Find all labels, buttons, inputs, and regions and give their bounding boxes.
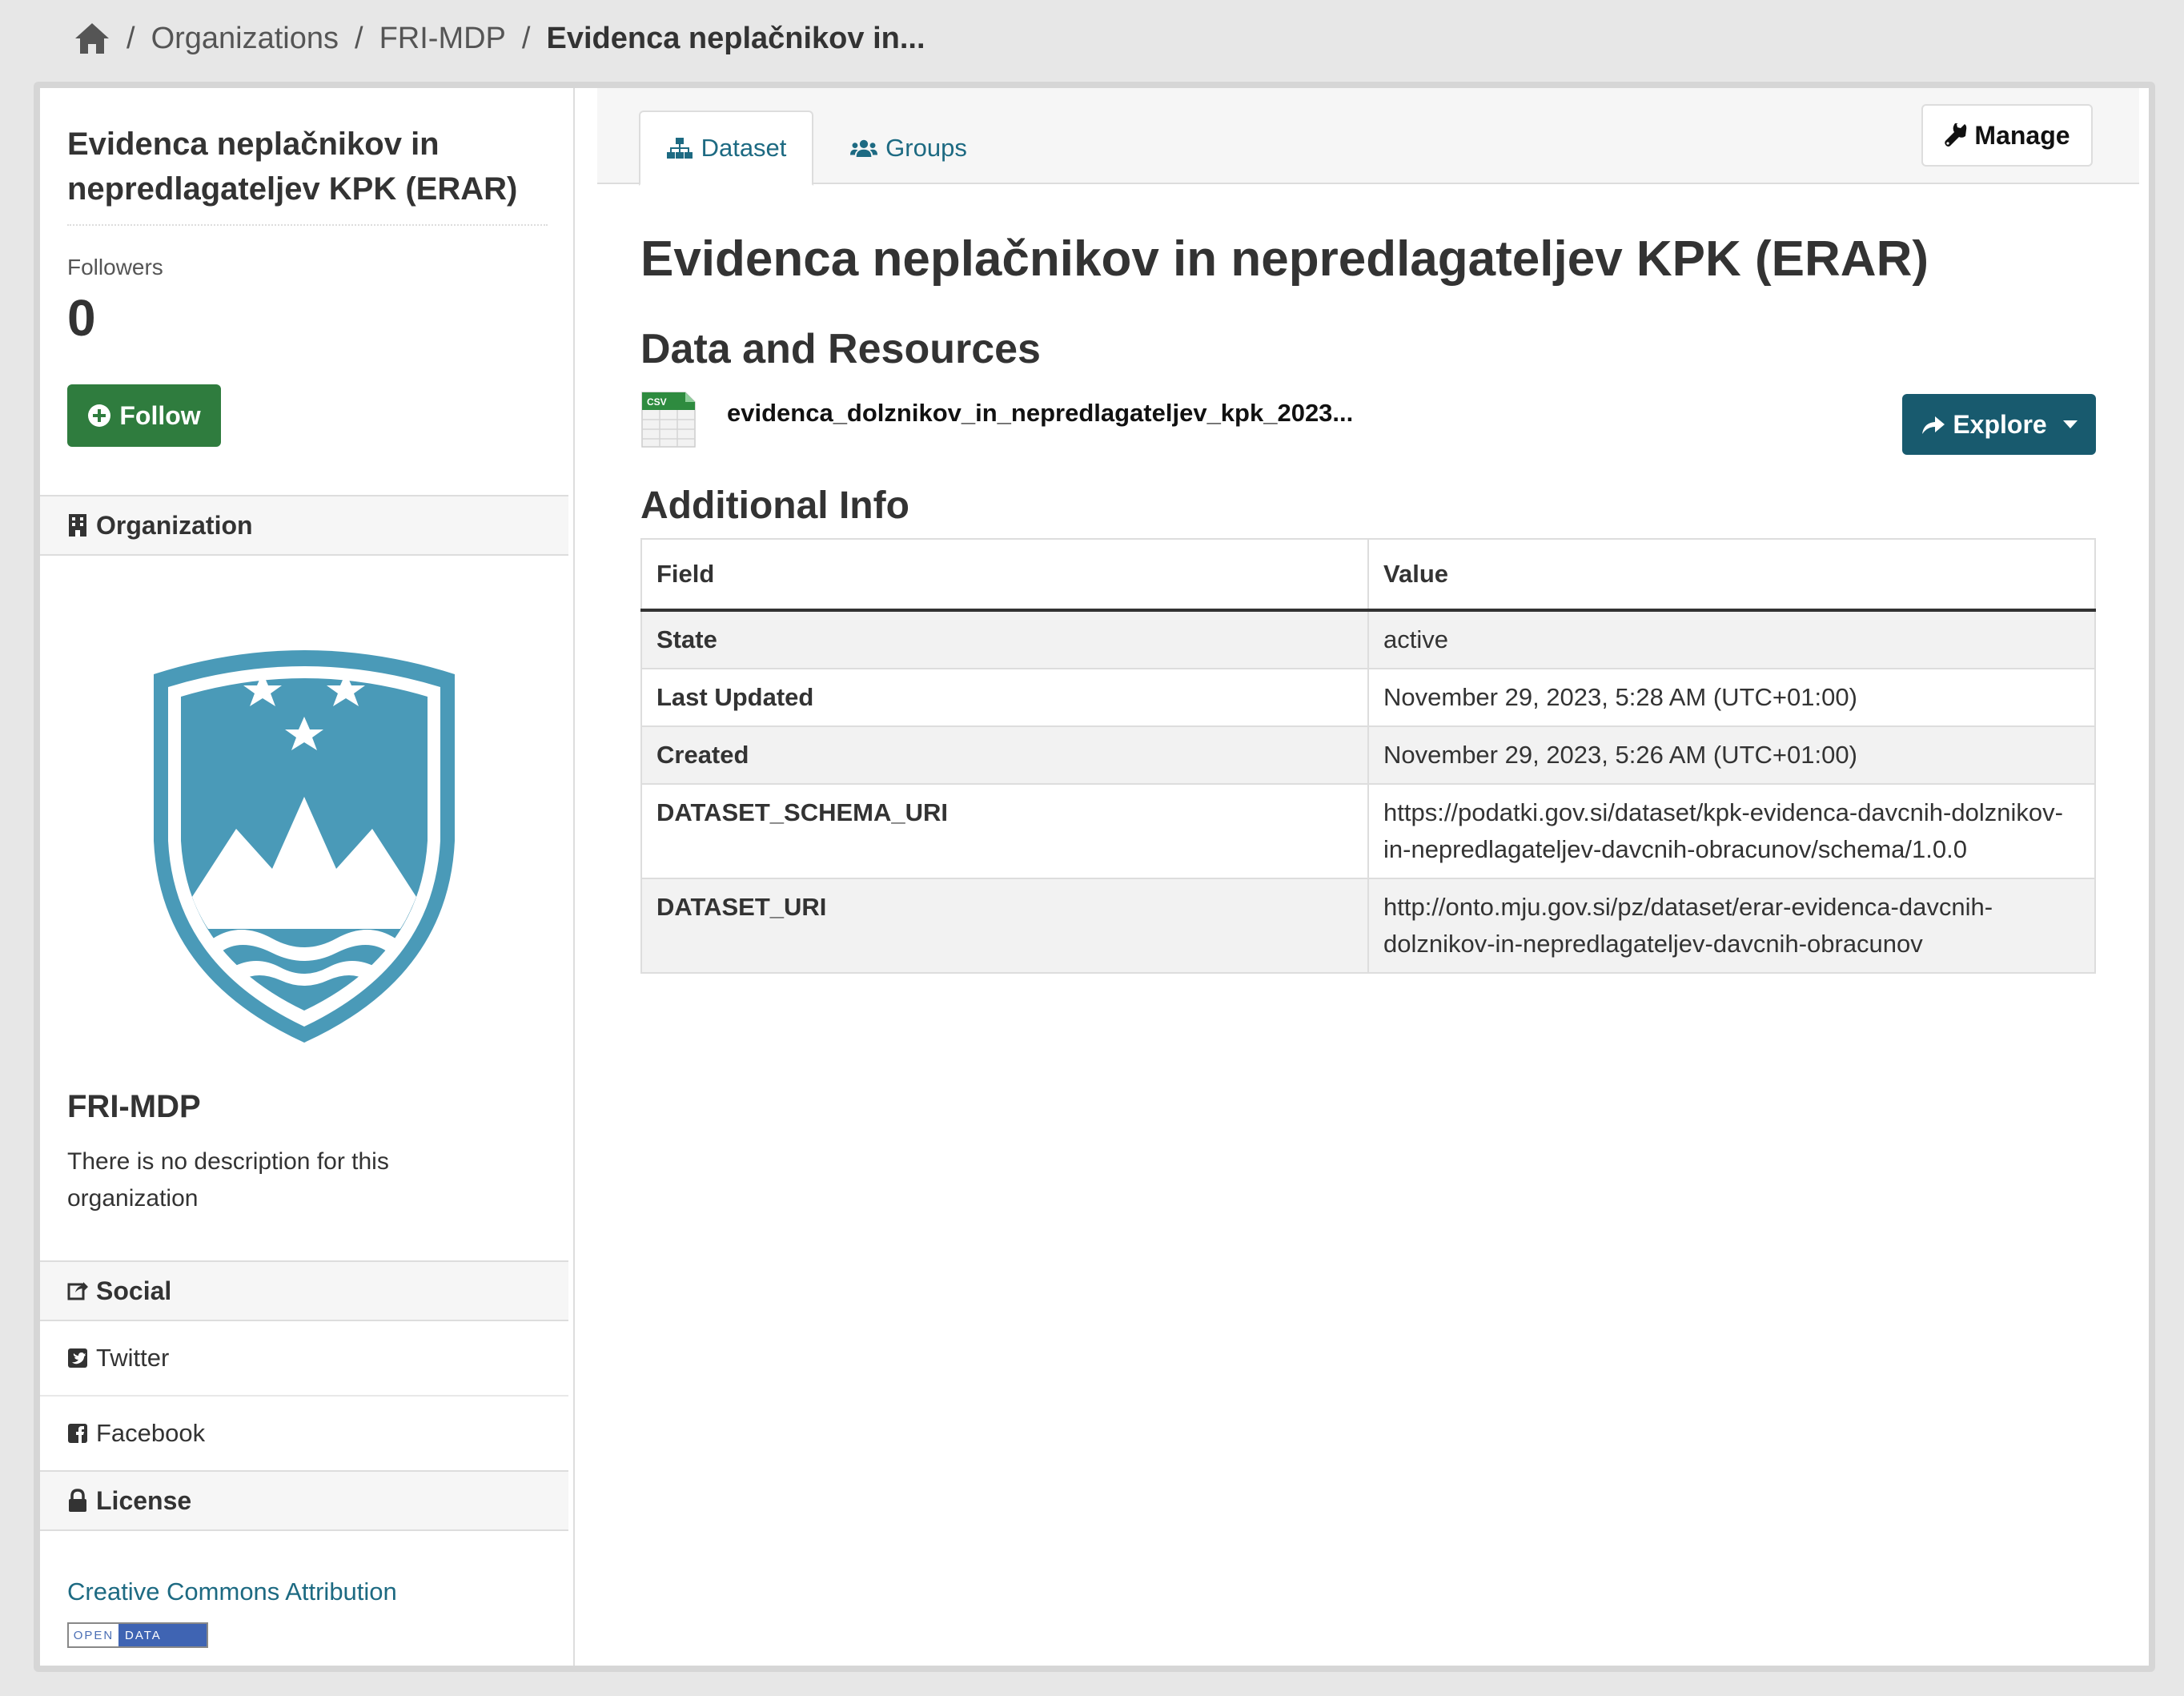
tab-dataset[interactable]: Dataset xyxy=(639,111,813,186)
value-cell: active xyxy=(1367,609,2096,669)
wrench-icon xyxy=(1945,123,1967,147)
content-wrapper: Evidenca neplačnikov in nepredlagateljev… xyxy=(34,82,2155,1672)
breadcrumb-separator: / xyxy=(355,21,363,55)
table-row: DATASET_URI http://onto.mju.gov.si/pz/da… xyxy=(640,878,2096,974)
license-link[interactable]: Creative Commons Attribution xyxy=(67,1577,397,1606)
table-row: Last Updated November 29, 2023, 5:28 AM … xyxy=(640,668,2096,727)
tab-bar: Dataset Groups Manage xyxy=(597,88,2139,186)
svg-text:CSV: CSV xyxy=(647,396,667,408)
follow-label: Follow xyxy=(119,400,201,430)
social-twitter-link[interactable]: Twitter xyxy=(40,1321,568,1395)
field-cell: DATASET_SCHEMA_URI xyxy=(640,783,1369,879)
organization-heading: Organization xyxy=(40,495,568,556)
field-cell: Created xyxy=(640,725,1369,785)
building-icon xyxy=(69,514,86,537)
follow-button[interactable]: Follow xyxy=(67,384,221,447)
social-facebook-link[interactable]: Facebook xyxy=(40,1397,568,1470)
social-heading-label: Social xyxy=(96,1276,172,1305)
open-data-badge[interactable]: OPEN DATA xyxy=(67,1622,208,1648)
facebook-icon xyxy=(68,1424,87,1443)
plus-circle-icon xyxy=(88,404,111,427)
followers-label: Followers xyxy=(67,255,163,279)
users-icon xyxy=(850,139,878,158)
slovenia-crest-logo[interactable] xyxy=(144,641,464,1049)
explore-button[interactable]: Explore xyxy=(1902,394,2096,455)
main-content: Dataset Groups Manage Evidenca neplačnik… xyxy=(575,88,2149,1666)
tab-dataset-label: Dataset xyxy=(701,134,787,162)
table-row: State active xyxy=(640,609,2096,669)
breadcrumb-separator: / xyxy=(126,21,135,55)
table-row: Created November 29, 2023, 5:26 AM (UTC+… xyxy=(640,725,2096,785)
social-heading: Social xyxy=(40,1260,568,1321)
additional-info-heading: Additional Info xyxy=(640,484,909,527)
twitter-icon xyxy=(68,1348,87,1368)
sitemap-icon xyxy=(666,138,693,159)
sidebar-dataset-title: Evidenca neplačnikov in nepredlagateljev… xyxy=(67,127,518,207)
column-header-value: Value xyxy=(1367,538,2096,612)
breadcrumb-organizations[interactable]: Organizations xyxy=(151,22,339,56)
facebook-label: Facebook xyxy=(96,1419,206,1447)
license-heading: License xyxy=(40,1470,568,1531)
org-description: There is no description for this organiz… xyxy=(67,1148,389,1212)
share-square-icon xyxy=(67,1282,88,1300)
breadcrumb-organization[interactable]: FRI-MDP xyxy=(379,22,506,56)
resources-heading: Data and Resources xyxy=(640,326,1041,372)
additional-info-table: Field Value State active Last Updated No… xyxy=(640,538,2096,974)
followers-count: 0 xyxy=(67,289,96,347)
lock-icon xyxy=(69,1489,86,1512)
value-cell: http://onto.mju.gov.si/pz/dataset/erar-e… xyxy=(1367,878,2096,974)
home-icon[interactable] xyxy=(74,22,110,55)
column-header-field: Field xyxy=(640,538,1369,612)
field-cell: Last Updated xyxy=(640,668,1369,727)
open-data-badge-open: OPEN xyxy=(69,1624,118,1646)
manage-button[interactable]: Manage xyxy=(1921,104,2093,167)
divider xyxy=(67,224,548,226)
csv-file-icon: CSV xyxy=(641,392,696,448)
sidebar: Evidenca neplačnikov in nepredlagateljev… xyxy=(40,88,575,1666)
open-data-badge-data: DATA xyxy=(118,1624,207,1646)
value-cell: November 29, 2023, 5:28 AM (UTC+01:00) xyxy=(1367,668,2096,727)
explore-label: Explore xyxy=(1953,409,2047,439)
breadcrumb-dataset[interactable]: Evidenca neplačnikov in... xyxy=(546,22,925,56)
breadcrumb: / Organizations / FRI-MDP / Evidenca nep… xyxy=(74,14,925,62)
twitter-label: Twitter xyxy=(96,1344,170,1372)
organization-heading-label: Organization xyxy=(96,510,253,540)
field-cell: State xyxy=(640,609,1369,669)
dataset-title: Evidenca neplačnikov in nepredlagateljev… xyxy=(640,231,1929,287)
org-name: FRI-MDP xyxy=(67,1089,201,1124)
value-cell: https://podatki.gov.si/dataset/kpk-evide… xyxy=(1367,783,2096,879)
license-heading-label: License xyxy=(96,1485,192,1515)
tab-groups[interactable]: Groups xyxy=(821,111,996,186)
manage-label: Manage xyxy=(1974,120,2070,150)
chevron-down-icon xyxy=(2062,420,2078,428)
breadcrumb-separator: / xyxy=(521,21,531,55)
share-icon xyxy=(1922,416,1945,434)
table-header-row: Field Value xyxy=(640,538,2096,612)
resource-name-link[interactable]: evidenca_dolznikov_in_nepredlagateljev_k… xyxy=(727,399,1353,428)
tab-groups-label: Groups xyxy=(885,134,967,162)
table-row: DATASET_SCHEMA_URI https://podatki.gov.s… xyxy=(640,783,2096,879)
field-cell: DATASET_URI xyxy=(640,878,1369,974)
value-cell: November 29, 2023, 5:26 AM (UTC+01:00) xyxy=(1367,725,2096,785)
